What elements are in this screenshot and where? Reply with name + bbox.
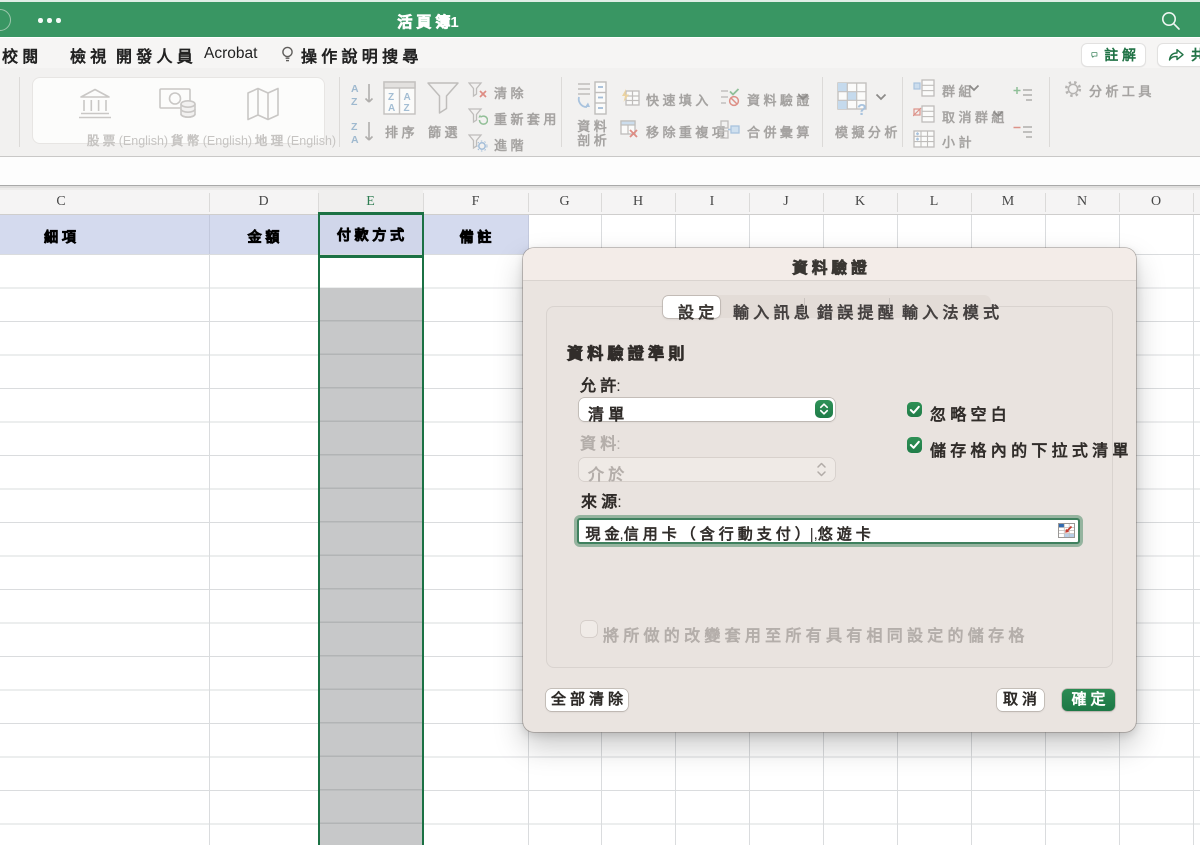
- svg-text:A: A: [388, 103, 395, 114]
- svg-text:A: A: [404, 92, 411, 103]
- svg-text:Z: Z: [388, 92, 394, 103]
- svg-text:?: ?: [857, 102, 867, 118]
- svg-text:A: A: [351, 83, 359, 95]
- svg-text:Z: Z: [351, 96, 358, 108]
- svg-text:Z: Z: [351, 121, 358, 133]
- svg-text:A: A: [351, 134, 359, 146]
- svg-text:Z: Z: [404, 103, 410, 114]
